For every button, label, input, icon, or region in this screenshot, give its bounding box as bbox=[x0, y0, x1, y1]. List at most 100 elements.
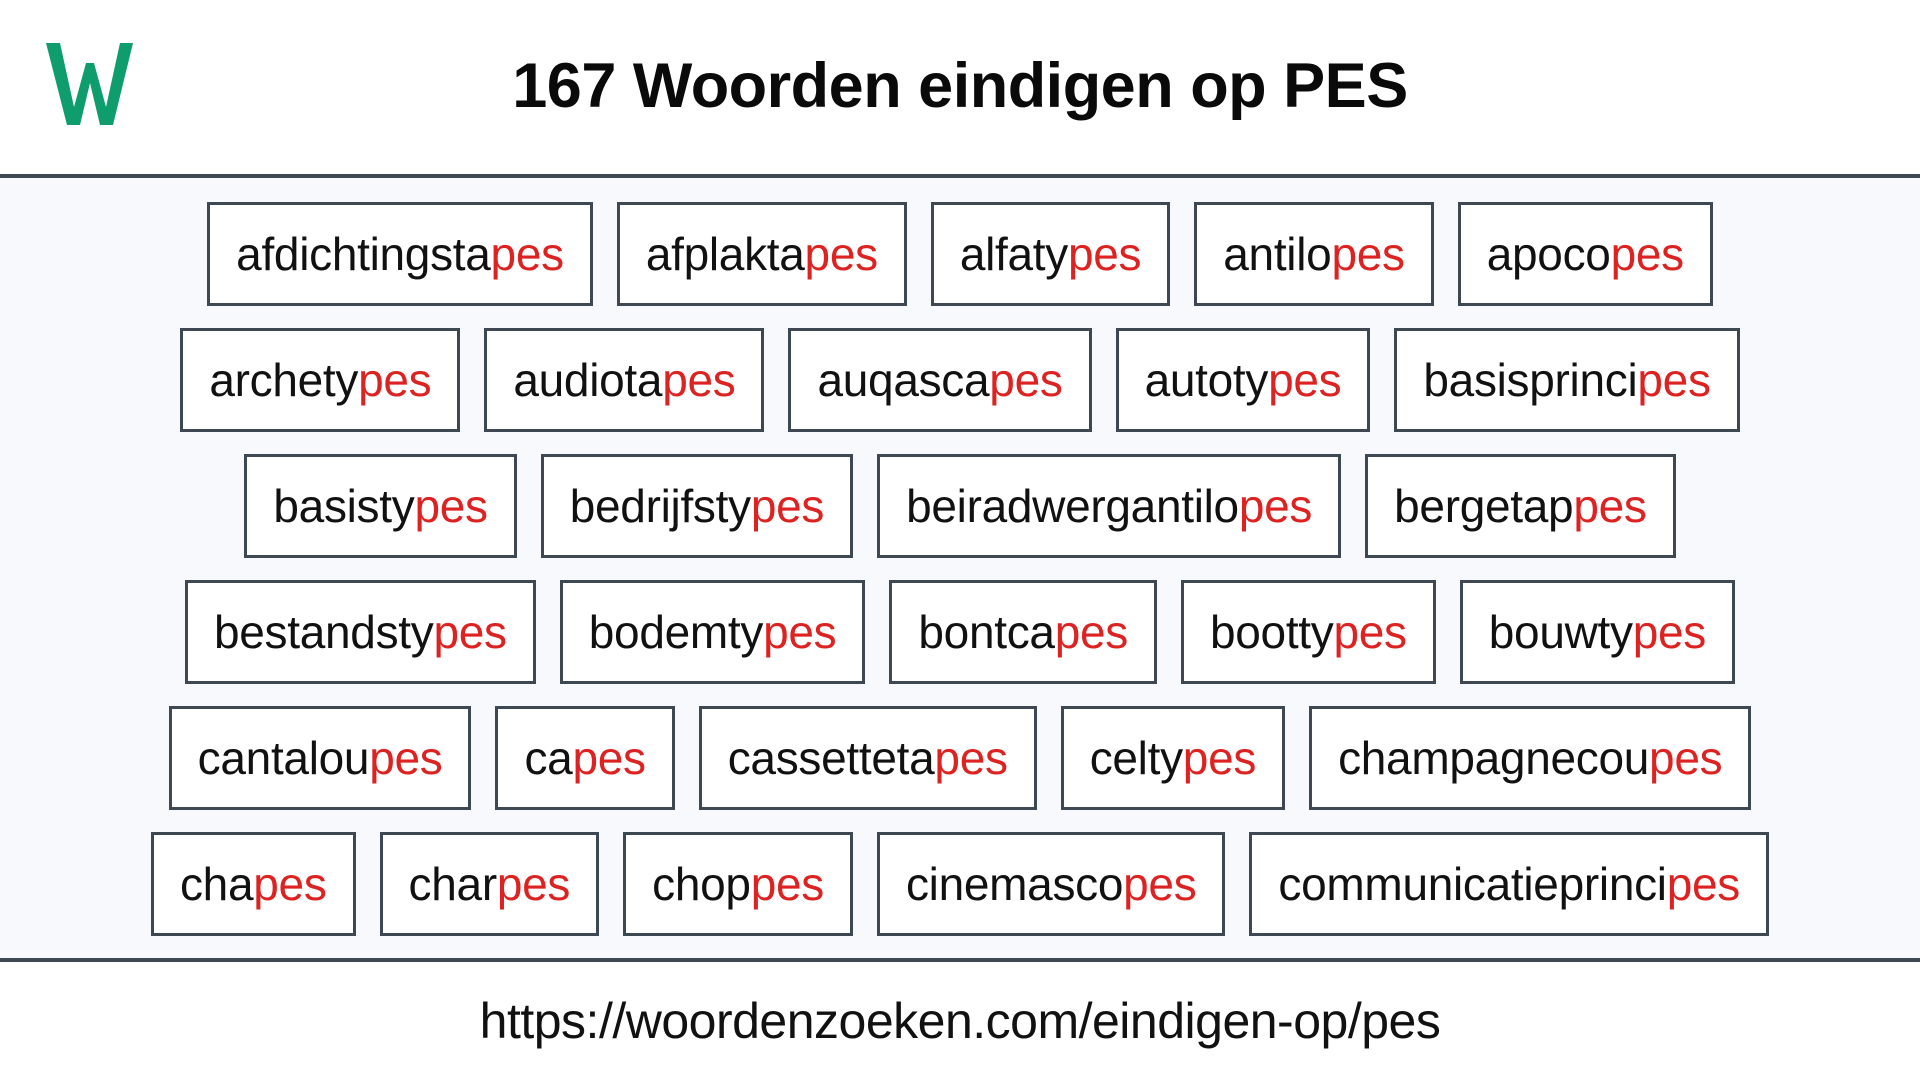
source-url[interactable]: https://woordenzoeken.com/eindigen-op/pe… bbox=[480, 992, 1441, 1050]
word-suffix: pes bbox=[572, 732, 646, 784]
word-label: cantaloupes bbox=[198, 735, 443, 781]
word-label: autotypes bbox=[1145, 357, 1342, 403]
word-stem: apoco bbox=[1486, 228, 1611, 280]
word-stem: audiota bbox=[513, 354, 663, 406]
word-box[interactable]: bouwtypes bbox=[1459, 580, 1735, 684]
word-suffix: pes bbox=[358, 354, 432, 406]
word-suffix: pes bbox=[1331, 228, 1405, 280]
word-label: afdichtingstapes bbox=[236, 231, 564, 277]
word-box[interactable]: cinemascopes bbox=[876, 832, 1226, 936]
word-row: bestandstypes bodemtypes bontcapes boottype… bbox=[20, 574, 1900, 690]
word-box[interactable]: basisprincipes bbox=[1394, 328, 1740, 432]
word-row: cantaloupes capes cassettetapes celtypes cha… bbox=[20, 700, 1900, 816]
word-box[interactable]: charpes bbox=[379, 832, 600, 936]
word-label: basistypes bbox=[273, 480, 488, 532]
word-stem: auqasca bbox=[817, 354, 990, 406]
word-suffix: pes bbox=[1610, 228, 1685, 280]
woordenzoeken-w-logo-icon[interactable] bbox=[28, 26, 148, 136]
word-suffix: pes bbox=[1333, 606, 1407, 658]
word-suffix: pes bbox=[496, 858, 571, 910]
word-suffix: pes bbox=[1573, 480, 1647, 532]
word-suffix: pes bbox=[989, 354, 1063, 406]
word-stem: beiradwergantilo bbox=[906, 480, 1239, 532]
word-box[interactable]: cantaloupes bbox=[168, 706, 472, 810]
word-stem: bedrijfsty bbox=[569, 480, 751, 532]
word-box[interactable]: afplaktapes bbox=[616, 202, 907, 306]
word-suffix: pes bbox=[1649, 732, 1723, 784]
word-box[interactable]: auqascapes bbox=[788, 328, 1092, 432]
word-suffix: pes bbox=[490, 228, 565, 280]
word-box[interactable]: champagnecoupes bbox=[1309, 706, 1752, 810]
word-box[interactable]: cassettetapes bbox=[698, 706, 1037, 810]
word-grid: afdichtingstapes afplaktapes alfatypes anti… bbox=[0, 178, 1920, 962]
word-row: afdichtingstapes afplaktapes alfatypes anti… bbox=[20, 196, 1900, 312]
word-suffix: pes bbox=[1268, 354, 1342, 406]
word-stem: antilo bbox=[1223, 228, 1332, 280]
word-suffix: pes bbox=[662, 354, 736, 406]
word-stem: alfaty bbox=[959, 228, 1068, 280]
word-label: antilopes bbox=[1223, 228, 1405, 280]
word-stem: cha bbox=[179, 858, 254, 910]
word-suffix: pes bbox=[369, 732, 443, 784]
word-box[interactable]: boottypes bbox=[1180, 580, 1436, 684]
word-stem: autoty bbox=[1144, 354, 1269, 406]
word-row: basistypes bedrijfstypes beiradwergantilop… bbox=[20, 448, 1900, 564]
word-stem: bootty bbox=[1209, 606, 1334, 658]
word-label: charpes bbox=[409, 861, 571, 907]
word-label: alfatypes bbox=[959, 228, 1142, 280]
word-box[interactable]: bergetappes bbox=[1365, 454, 1676, 558]
word-suffix: pes bbox=[1637, 354, 1711, 406]
word-box[interactable]: choppes bbox=[623, 832, 853, 936]
word-stem: char bbox=[408, 858, 498, 910]
word-box[interactable]: audiotapes bbox=[484, 328, 765, 432]
word-label: basisprincipes bbox=[1423, 354, 1711, 406]
word-suffix: pes bbox=[750, 858, 825, 910]
word-label: archetypes bbox=[209, 357, 431, 403]
word-box[interactable]: afdichtingstapes bbox=[207, 202, 593, 306]
word-suffix: pes bbox=[763, 606, 837, 658]
word-stem: celty bbox=[1089, 732, 1183, 784]
page-root: 167 Woorden eindigen op PES afdichtingst… bbox=[0, 0, 1920, 1080]
word-box[interactable]: communicatieprincipes bbox=[1249, 832, 1769, 936]
word-label: cinemascopes bbox=[905, 858, 1197, 910]
word-box[interactable]: basistypes bbox=[244, 454, 517, 558]
word-box[interactable]: bestandstypes bbox=[184, 580, 536, 684]
word-suffix: pes bbox=[414, 480, 488, 532]
word-stem: cassetteta bbox=[727, 732, 935, 784]
word-box[interactable]: archetypes bbox=[180, 328, 461, 432]
word-label: chapes bbox=[180, 861, 327, 907]
word-suffix: pes bbox=[1666, 858, 1741, 910]
word-label: bontcapes bbox=[918, 609, 1128, 655]
word-stem: afplakta bbox=[645, 228, 805, 280]
word-suffix: pes bbox=[1632, 606, 1707, 658]
word-box[interactable]: capes bbox=[495, 706, 675, 810]
word-box[interactable]: bontcapes bbox=[889, 580, 1157, 684]
word-stem: bontca bbox=[918, 606, 1055, 658]
word-label: cassettetapes bbox=[728, 735, 1008, 781]
word-suffix: pes bbox=[1123, 858, 1197, 910]
word-label: bodemtypes bbox=[589, 609, 837, 655]
word-stem: communicatieprinci bbox=[1278, 858, 1667, 910]
word-stem: cinemasco bbox=[905, 858, 1124, 910]
word-box[interactable]: beiradwergantilopes bbox=[877, 454, 1342, 558]
word-stem: cantalou bbox=[197, 732, 370, 784]
word-label: celtypes bbox=[1089, 732, 1257, 784]
word-box[interactable]: alfatypes bbox=[930, 202, 1171, 306]
word-box[interactable]: bedrijfstypes bbox=[540, 454, 854, 558]
word-label: audiotapes bbox=[513, 357, 735, 403]
page-header: 167 Woorden eindigen op PES bbox=[0, 0, 1920, 178]
word-box[interactable]: celtypes bbox=[1060, 706, 1286, 810]
word-suffix: pes bbox=[1054, 606, 1129, 658]
word-stem: basisprinci bbox=[1423, 354, 1638, 406]
word-label: choppes bbox=[652, 861, 824, 907]
word-suffix: pes bbox=[1182, 732, 1257, 784]
word-label: champagnecoupes bbox=[1338, 732, 1723, 784]
word-box[interactable]: apocopes bbox=[1457, 202, 1713, 306]
word-box[interactable]: chapes bbox=[150, 832, 356, 936]
word-stem: bergetap bbox=[1394, 480, 1574, 532]
word-box[interactable]: autotypes bbox=[1115, 328, 1371, 432]
word-box[interactable]: antilopes bbox=[1194, 202, 1434, 306]
word-stem: bestandsty bbox=[213, 606, 434, 658]
word-stem: basisty bbox=[273, 480, 415, 532]
word-box[interactable]: bodemtypes bbox=[559, 580, 866, 684]
